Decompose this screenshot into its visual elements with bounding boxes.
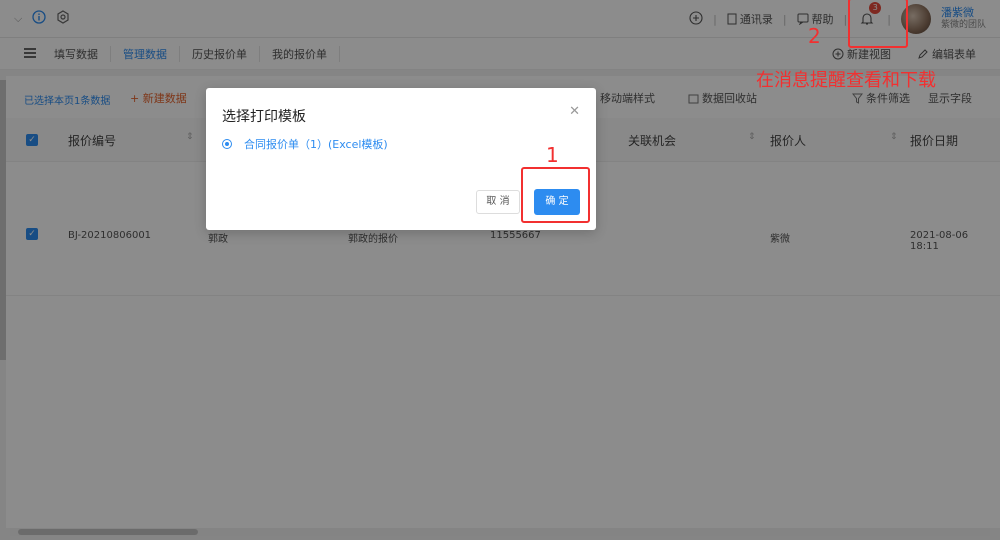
annotation-box-confirm bbox=[521, 167, 590, 223]
close-icon[interactable]: ✕ bbox=[569, 104, 580, 119]
annotation-step-2: 2 bbox=[808, 24, 821, 48]
annotation-step-1: 1 bbox=[546, 143, 559, 167]
template-radio[interactable] bbox=[222, 139, 232, 149]
annotation-note: 在消息提醒查看和下载 bbox=[756, 70, 936, 91]
annotation-box-bell bbox=[848, 0, 908, 48]
dialog-title: 选择打印模板 bbox=[222, 109, 306, 125]
cancel-button[interactable]: 取 消 bbox=[476, 190, 520, 214]
template-option-label[interactable]: 合同报价单（1）(Excel模板) bbox=[244, 136, 388, 152]
